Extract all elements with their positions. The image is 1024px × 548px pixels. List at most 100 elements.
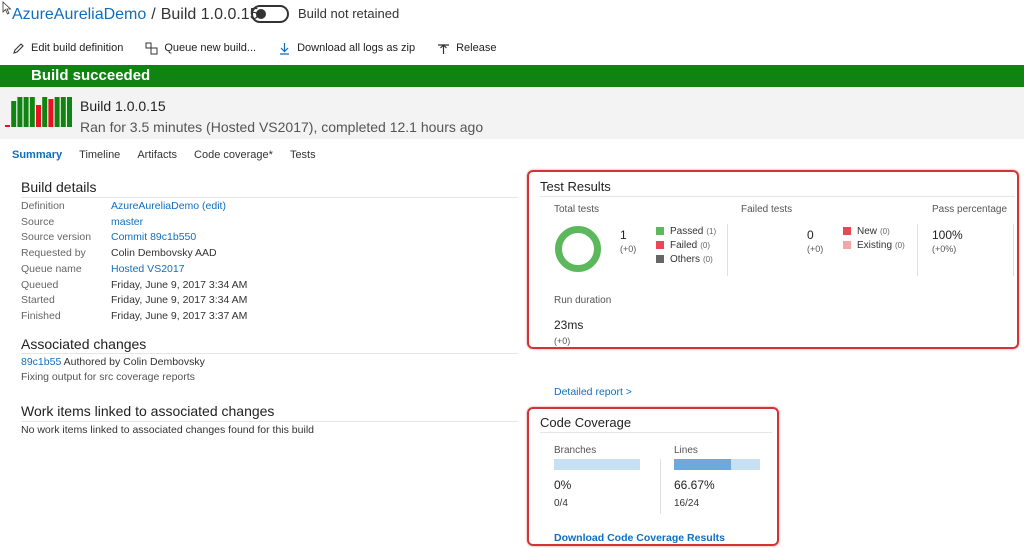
donut-passed-ring xyxy=(555,226,601,272)
retain-toggle[interactable] xyxy=(251,5,289,23)
detail-value: Friday, June 9, 2017 3:37 AM xyxy=(111,309,248,322)
branches-label: Branches xyxy=(554,445,597,456)
commit-message: Fixing output for src coverage reports xyxy=(21,371,195,383)
edit-build-definition-button[interactable]: Edit build definition xyxy=(12,42,123,55)
failed-tests-label: Failed tests xyxy=(741,204,793,215)
detail-value[interactable]: Commit 89c1b550 xyxy=(111,231,421,245)
mouse-cursor-icon xyxy=(2,1,12,15)
detail-key: Finished xyxy=(21,309,61,322)
detail-value[interactable]: master xyxy=(111,216,421,230)
build-details-title: Build details xyxy=(21,179,97,195)
commit-link[interactable]: 89c1b55 xyxy=(21,356,61,368)
detail-key: Queued xyxy=(21,278,59,291)
detail-key: Source version xyxy=(21,231,92,244)
pass-percentage: 100% xyxy=(932,228,963,242)
divider xyxy=(540,432,772,433)
lines-coverage-bar xyxy=(674,459,760,470)
legend-count: (0) xyxy=(895,240,905,250)
history-bar[interactable] xyxy=(36,105,41,127)
history-bar[interactable] xyxy=(67,97,72,127)
release-button[interactable]: Release xyxy=(437,42,496,55)
divider xyxy=(727,224,728,276)
legend-count: (0) xyxy=(880,226,890,236)
build-status-banner: Build succeeded xyxy=(0,65,1024,87)
edit-label: Edit build definition xyxy=(31,42,124,54)
legend-item: Failed (0) xyxy=(656,238,716,252)
detail-value: Friday, June 9, 2017 3:34 AM xyxy=(111,278,248,291)
download-logs-button[interactable]: Download all logs as zip xyxy=(278,42,415,55)
history-bar[interactable] xyxy=(60,97,66,127)
tab-code-coverage[interactable]: Code coverage* xyxy=(194,149,273,164)
page-title: AzureAureliaDemo / Build 1.0.0.15 xyxy=(12,5,259,25)
divider xyxy=(917,224,918,276)
detail-value[interactable]: AzureAureliaDemo (edit) xyxy=(111,200,421,214)
legend-label: Existing xyxy=(857,239,893,251)
branches-coverage-bar xyxy=(554,459,640,470)
detail-key: Source xyxy=(21,215,55,228)
total-tests-count: 1 xyxy=(620,228,627,242)
legend-count: (0) xyxy=(703,254,713,264)
branches-ratio: 0/4 xyxy=(554,498,568,509)
branches-percent: 0% xyxy=(554,478,572,492)
test-donut-chart xyxy=(555,226,601,272)
queue-icon xyxy=(145,42,158,54)
history-bar[interactable] xyxy=(29,97,35,127)
pass-percentage-label: Pass percentage xyxy=(932,204,1008,215)
history-bar[interactable] xyxy=(5,125,10,127)
total-tests-label: Total tests xyxy=(554,204,600,215)
build-title: Build 1.0.0.15 xyxy=(160,6,259,23)
legend-swatch xyxy=(843,227,851,235)
download-icon xyxy=(280,42,290,55)
tab-timeline[interactable]: Timeline xyxy=(79,149,120,164)
pass-percentage-delta: (+0%) xyxy=(932,244,957,254)
pencil-icon xyxy=(13,42,24,54)
legend-item: Existing (0) xyxy=(843,238,905,252)
detail-value: Colin Dembovsky AAD xyxy=(111,247,217,260)
legend-label: Others xyxy=(670,253,701,265)
legend-swatch xyxy=(656,255,664,263)
test-legend: Passed (1) Failed (0) Others (0) xyxy=(656,224,716,266)
change-entry: 89c1b55 Authored by Colin Dembovsky xyxy=(21,356,205,368)
run-duration: 23ms xyxy=(554,318,584,332)
download-coverage-link[interactable]: Download Code Coverage Results xyxy=(554,532,725,544)
divider xyxy=(21,421,518,422)
history-bar[interactable] xyxy=(23,97,29,127)
tab-artifacts[interactable]: Artifacts xyxy=(137,149,177,164)
code-coverage-title: Code Coverage xyxy=(540,415,632,430)
legend-swatch xyxy=(843,241,851,249)
build-details-list: Definition AzureAureliaDemo (edit) Source m… xyxy=(21,200,421,324)
history-bar[interactable] xyxy=(48,99,54,127)
detail-value: Friday, June 9, 2017 3:34 AM xyxy=(111,294,248,307)
release-label: Release xyxy=(456,42,497,54)
queue-new-build-button[interactable]: Queue new build... xyxy=(145,42,256,55)
build-history-chart[interactable] xyxy=(4,97,74,127)
history-bar[interactable] xyxy=(42,97,48,127)
run-duration-delta: (+0) xyxy=(554,336,571,346)
associated-changes-title: Associated changes xyxy=(21,336,147,352)
tab-tests[interactable]: Tests xyxy=(290,149,316,164)
history-bar[interactable] xyxy=(17,97,23,127)
failed-tests-delta: (+0) xyxy=(807,244,824,254)
history-bar[interactable] xyxy=(54,97,60,127)
history-bar[interactable] xyxy=(11,101,17,127)
queue-label: Queue new build... xyxy=(164,42,257,54)
lines-label: Lines xyxy=(674,445,698,456)
divider xyxy=(21,197,518,198)
detailed-report-link[interactable]: Detailed report > xyxy=(554,386,632,398)
tab-bar: Summary Timeline Artifacts Code coverage… xyxy=(12,149,333,164)
detail-key: Requested by xyxy=(21,247,86,260)
legend-item: Others (0) xyxy=(656,252,716,266)
work-items-title: Work items linked to associated changes xyxy=(21,403,275,419)
project-link[interactable]: AzureAureliaDemo xyxy=(12,6,146,24)
lines-percent: 66.67% xyxy=(674,478,715,492)
build-number: Build 1.0.0.15 xyxy=(80,98,166,114)
legend-count: (1) xyxy=(706,226,717,236)
toolbar: Edit build definition Queue new build...… xyxy=(0,38,506,58)
retain-label: Build not retained xyxy=(298,6,400,21)
run-duration-label: Run duration xyxy=(554,295,612,306)
legend-count: (0) xyxy=(700,240,711,250)
legend-item: New (0) xyxy=(843,224,905,238)
detail-value[interactable]: Hosted VS2017 xyxy=(111,263,421,277)
tab-summary[interactable]: Summary xyxy=(12,149,62,164)
legend-label: Failed xyxy=(670,239,698,251)
